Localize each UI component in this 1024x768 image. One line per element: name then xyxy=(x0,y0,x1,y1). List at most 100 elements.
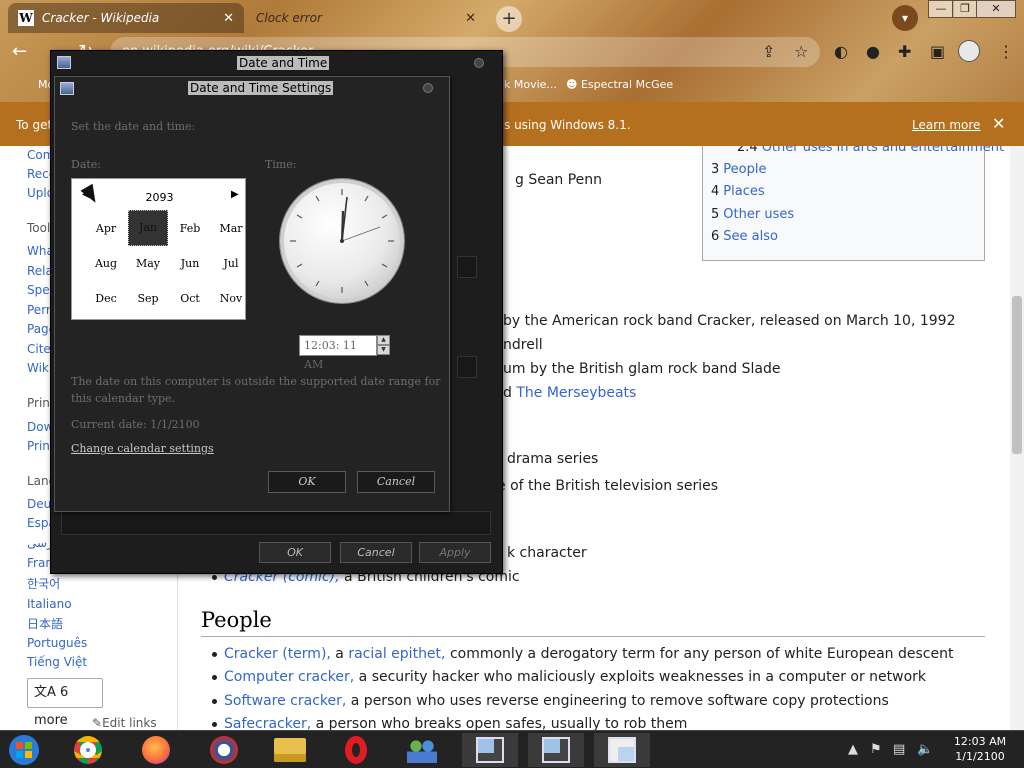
ok-button[interactable]: OK xyxy=(268,471,346,493)
sidebar-item[interactable]: 日本語 xyxy=(27,615,63,632)
month-cell[interactable]: Dec xyxy=(86,282,126,316)
instruction-text: Set the date and time: xyxy=(71,120,196,133)
sidebar-item[interactable]: Tiếng Việt xyxy=(27,655,87,669)
content-text: d xyxy=(503,385,517,401)
more-languages-button[interactable]: 文A 6 more xyxy=(27,678,103,728)
tab-search-button[interactable]: ▾ xyxy=(892,5,918,31)
racial-epithet-link[interactable]: racial epithet, xyxy=(348,646,445,662)
content-line: d The Merseybeats xyxy=(503,385,636,401)
toc-item[interactable]: 2.4 Other uses in arts and entertainment xyxy=(737,146,1004,155)
dialog-close-icon[interactable] xyxy=(474,58,484,68)
software-cracker-link[interactable]: Software cracker, xyxy=(224,693,346,709)
hidden-button-fragment[interactable] xyxy=(457,356,477,378)
taskbar-clock[interactable]: 12:03 AM 1/1/2100 xyxy=(945,734,1015,764)
computer-cracker-link[interactable]: Computer cracker, xyxy=(224,669,354,685)
sidebar-item[interactable]: Italiano xyxy=(27,597,72,611)
folder-icon xyxy=(274,738,306,762)
back-arrow-icon[interactable]: ← xyxy=(12,41,27,62)
sidebar-item[interactable]: Rela xyxy=(27,264,53,278)
time-input[interactable]: 12:03: 11 AM xyxy=(299,335,377,371)
profile-avatar-icon[interactable] xyxy=(958,40,980,62)
hidden-button-fragment[interactable] xyxy=(457,256,477,278)
toc-number: 3 xyxy=(711,162,720,177)
extensions-puzzle-icon[interactable]: ✚ xyxy=(898,42,911,61)
minimize-button[interactable]: — xyxy=(928,0,954,18)
month-cell[interactable]: Nov xyxy=(211,282,251,316)
show-hidden-icons-icon[interactable]: ▲ xyxy=(848,742,858,757)
time-spin-up-icon[interactable]: ▲ xyxy=(377,335,390,345)
toc-item[interactable]: 3 People xyxy=(711,162,766,177)
menu-kebab-icon[interactable]: ⋮ xyxy=(998,42,1014,61)
taskbar-firefox[interactable] xyxy=(128,733,184,767)
next-year-icon[interactable]: ▶ xyxy=(231,189,239,200)
apply-button[interactable]: Apply xyxy=(419,542,491,563)
taskbar-opera[interactable] xyxy=(328,733,384,767)
wikipedia-favicon-icon: W xyxy=(18,10,34,26)
share-icon[interactable]: ⇪ xyxy=(762,42,775,61)
month-cell-selected[interactable]: Jan xyxy=(128,210,168,246)
content-line: by the American rock band Cracker, relea… xyxy=(503,313,956,329)
bullet xyxy=(212,722,217,727)
dialog-close-icon[interactable] xyxy=(423,83,433,93)
infobar-close-icon[interactable]: ✕ xyxy=(992,114,1005,133)
the-merseybeats-link[interactable]: The Merseybeats xyxy=(516,385,636,401)
month-cell[interactable]: Aug xyxy=(86,247,126,281)
side-panel-icon[interactable]: ▣ xyxy=(930,42,945,61)
bookmark-star-icon[interactable]: ☆ xyxy=(794,42,808,61)
edit-links[interactable]: ✎Edit links xyxy=(92,716,157,730)
change-calendar-settings-link[interactable]: Change calendar settings xyxy=(71,442,214,455)
cracker-term-link[interactable]: Cracker (term), xyxy=(224,646,331,662)
maximize-button[interactable]: ❐ xyxy=(952,0,978,18)
bookmark-item[interactable]: ☻ Espectral McGee xyxy=(566,78,673,91)
page-scrollbar[interactable] xyxy=(1010,146,1024,730)
tab-clock-error[interactable]: Clock error ✕ xyxy=(246,3,486,33)
network-icon[interactable]: ▤ xyxy=(893,742,905,757)
month-cell[interactable]: Oct xyxy=(170,282,210,316)
sidebar-item[interactable]: Wiki xyxy=(27,361,52,375)
taskbar-file-explorer[interactable] xyxy=(262,733,318,767)
window-close-button[interactable]: ✕ xyxy=(976,0,1016,18)
taskbar-datetime-window[interactable] xyxy=(528,733,584,767)
sidebar-item[interactable]: 한국어 xyxy=(27,575,60,592)
new-tab-button[interactable]: + xyxy=(496,6,522,32)
action-center-flag-icon[interactable]: ⚑ xyxy=(870,742,882,757)
cancel-button[interactable]: Cancel xyxy=(340,542,412,563)
sidebar-heading: Tool xyxy=(27,221,51,235)
ok-button[interactable]: OK xyxy=(259,542,331,563)
close-icon[interactable]: ✕ xyxy=(217,11,234,26)
list-item-text: a person who uses reverse engineering to… xyxy=(346,693,889,709)
month-cell[interactable]: Sep xyxy=(128,282,168,316)
second-hand xyxy=(341,226,381,242)
month-cell[interactable]: Jul xyxy=(211,247,251,281)
analog-clock xyxy=(280,179,404,303)
time-spin-down-icon[interactable]: ▼ xyxy=(377,345,390,355)
month-cell[interactable]: Jun xyxy=(170,247,210,281)
bookmark-item[interactable]: k Movie... xyxy=(504,78,557,91)
toc-item[interactable]: 6 See also xyxy=(711,229,778,244)
month-cell[interactable]: Apr xyxy=(86,212,126,246)
taskbar-datetime-settings[interactable] xyxy=(594,733,650,767)
taskbar-people[interactable] xyxy=(394,733,450,767)
sidebar-item[interactable]: Cite xyxy=(27,342,51,356)
scrollbar-thumb[interactable] xyxy=(1012,296,1022,454)
extension-flag-icon[interactable]: ◐ xyxy=(834,42,848,61)
taskbar-datetime-window[interactable] xyxy=(462,733,518,767)
month-cell[interactable]: Mar xyxy=(211,212,251,246)
tab-cracker-wikipedia[interactable]: W Cracker - Wikipedia ✕ xyxy=(8,3,244,33)
start-button[interactable] xyxy=(6,733,46,767)
sidebar-item[interactable]: Português xyxy=(27,636,87,650)
taskbar-chrome[interactable] xyxy=(60,733,116,767)
learn-more-link[interactable]: Learn more xyxy=(912,118,980,132)
close-icon[interactable]: ✕ xyxy=(459,11,476,26)
taskbar-app[interactable] xyxy=(196,733,252,767)
volume-icon[interactable]: 🔈 xyxy=(917,742,933,757)
toc-item[interactable]: 4 Places xyxy=(711,184,765,199)
date-range-warning: The date on this computer is outside the… xyxy=(71,375,441,405)
safecracker-link[interactable]: Safecracker, xyxy=(224,716,311,730)
cancel-button[interactable]: Cancel xyxy=(357,471,435,493)
month-cell[interactable]: Feb xyxy=(170,212,210,246)
sidebar-item[interactable]: Perr xyxy=(27,303,51,317)
extension-avatar-icon[interactable]: ● xyxy=(866,42,880,61)
toc-item[interactable]: 5 Other uses xyxy=(711,207,794,222)
month-cell[interactable]: May xyxy=(128,247,168,281)
